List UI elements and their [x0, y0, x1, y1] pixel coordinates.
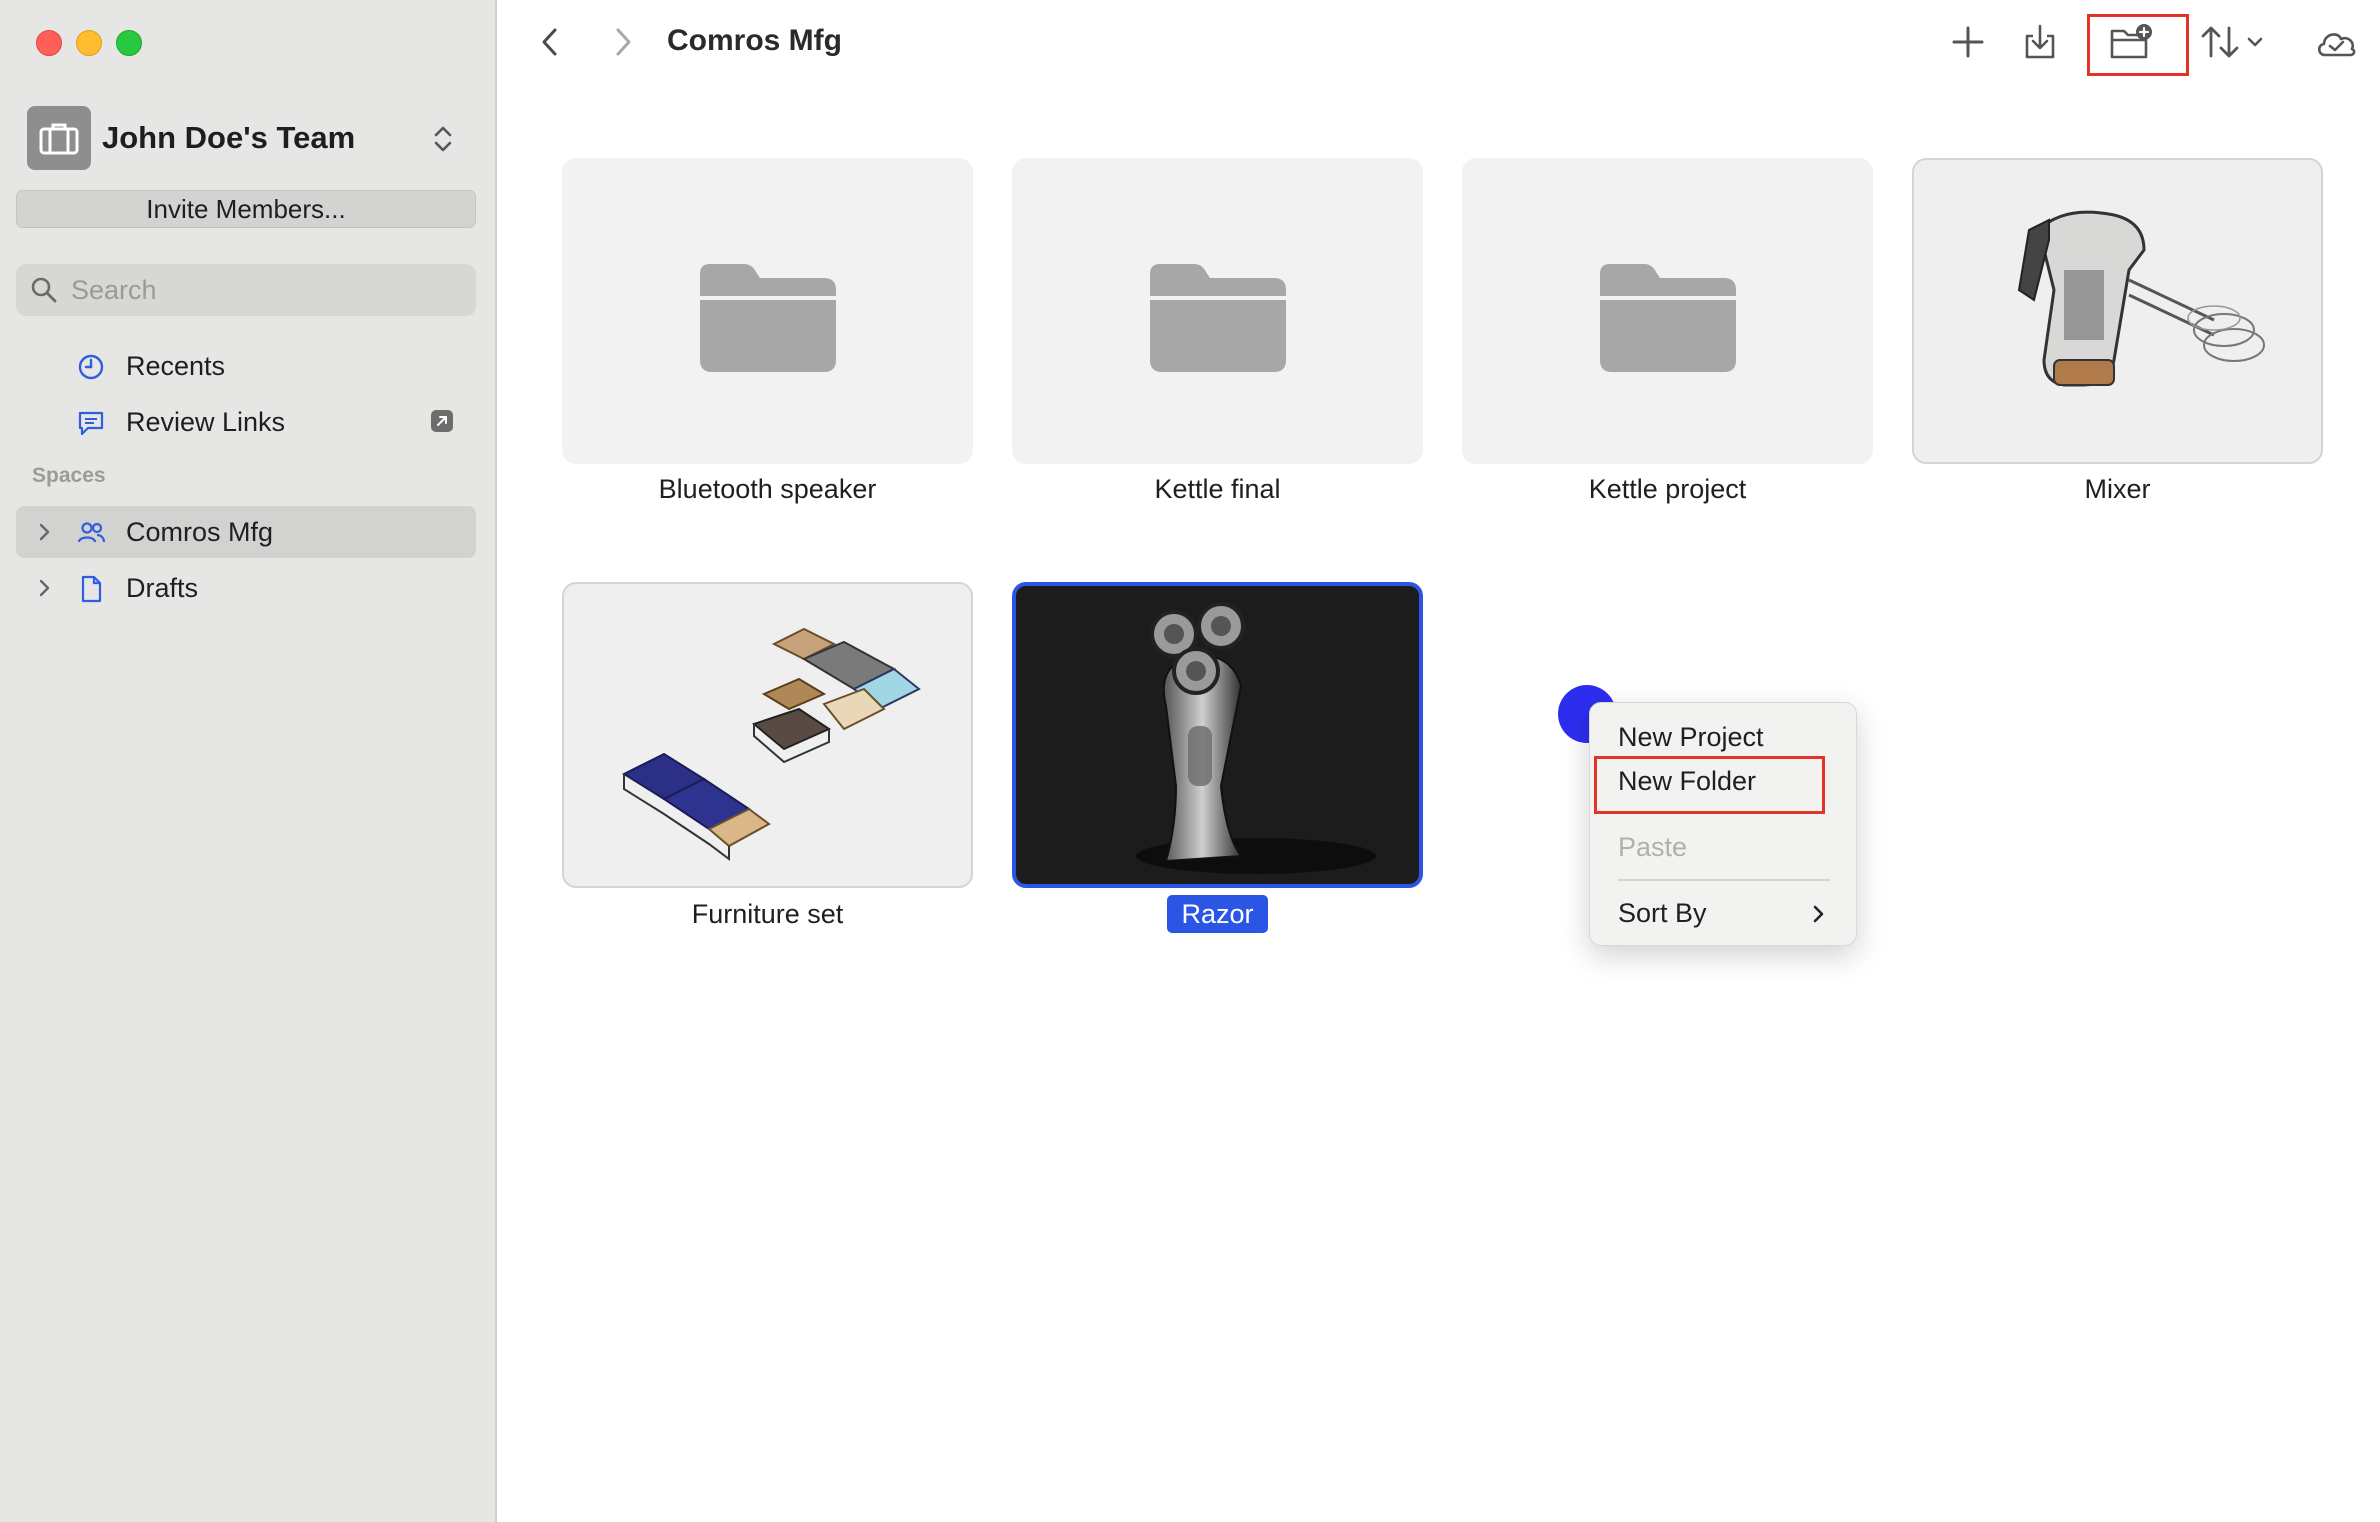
import-icon — [2025, 24, 2055, 59]
razor-thumbnail — [1136, 602, 1376, 874]
folder-icon — [1150, 264, 1286, 372]
external-link-icon[interactable] — [431, 410, 453, 432]
chevron-right-icon[interactable] — [34, 577, 54, 599]
page-title: Comros Mfg — [667, 24, 842, 57]
sort-icon — [2201, 26, 2239, 58]
sidebar-item-drafts[interactable]: Drafts — [16, 562, 476, 614]
search-field[interactable]: Search — [16, 264, 476, 316]
folder-tile[interactable] — [1462, 158, 1873, 464]
sort-button[interactable] — [2196, 18, 2244, 66]
sidebar-item-label: Comros Mfg — [126, 517, 274, 547]
zoom-window-button[interactable] — [116, 30, 142, 56]
people-icon — [77, 522, 106, 543]
new-folder-highlight — [2087, 14, 2189, 76]
team-switcher[interactable]: John Doe's Team — [27, 106, 477, 170]
sidebar-item-recents[interactable]: Recents — [16, 340, 476, 392]
search-icon — [31, 277, 57, 303]
folder-icon — [1600, 264, 1736, 372]
folder-tile[interactable] — [562, 158, 973, 464]
sort-menu-button[interactable] — [2240, 18, 2270, 66]
folder-icon — [700, 264, 836, 372]
model-tile-selected[interactable] — [1012, 582, 1423, 888]
sidebar-item-review-links[interactable]: Review Links — [16, 396, 476, 448]
plus-icon — [1952, 26, 1984, 58]
furniture-thumbnail — [621, 627, 921, 861]
tile-label: Razor — [1012, 895, 1423, 933]
tile-label: Mixer — [2084, 474, 2151, 504]
model-tile[interactable] — [1912, 158, 2323, 464]
tile-label: Kettle project — [1588, 474, 1747, 504]
sidebar-item-comros-mfg[interactable]: Comros Mfg — [16, 506, 476, 558]
briefcase-icon — [27, 106, 91, 170]
forward-icon — [616, 28, 631, 56]
cloud-check-icon — [2317, 33, 2356, 57]
sync-status-button[interactable] — [2312, 18, 2362, 66]
chevron-up-down-icon — [434, 126, 452, 152]
forward-button[interactable] — [598, 18, 646, 66]
back-button[interactable] — [527, 18, 575, 66]
chevron-right-icon[interactable] — [34, 521, 54, 543]
selected-item-label: Razor — [1167, 895, 1268, 933]
spaces-section-label: Spaces — [32, 464, 106, 487]
sidebar-item-label: Drafts — [126, 573, 199, 603]
sidebar: John Doe's Team Invite Members... Search… — [0, 0, 497, 1522]
sidebar-item-label: Recents — [126, 351, 226, 381]
minimize-window-button[interactable] — [76, 30, 102, 56]
import-button[interactable] — [2016, 18, 2064, 66]
team-name: John Doe's Team — [102, 120, 356, 155]
back-icon — [542, 28, 557, 56]
tile-label: Bluetooth speaker — [658, 474, 877, 504]
mixer-thumbnail — [2017, 210, 2265, 387]
model-tile[interactable] — [562, 582, 973, 888]
new-folder-menu-highlight — [1594, 756, 1825, 814]
invite-members-button[interactable]: Invite Members... — [16, 190, 476, 228]
context-menu: New Project New Folder Paste Sort By — [1589, 702, 1857, 946]
menu-item-new-project[interactable]: New Project — [1604, 717, 1844, 757]
add-button[interactable] — [1944, 18, 1992, 66]
document-icon — [81, 575, 102, 603]
tile-label: Furniture set — [691, 899, 844, 929]
menu-item-label: Sort By — [1618, 898, 1707, 928]
menu-item-paste: Paste — [1618, 832, 1688, 862]
sidebar-item-label: Review Links — [126, 407, 286, 437]
tile-label: Kettle final — [1154, 474, 1281, 504]
clock-icon — [78, 354, 104, 380]
search-placeholder: Search — [71, 275, 157, 305]
folder-tile[interactable] — [1012, 158, 1423, 464]
chevron-down-icon — [2247, 37, 2263, 47]
chat-bubble-icon — [78, 411, 104, 436]
menu-item-sort-by[interactable]: Sort By — [1604, 893, 1844, 933]
close-window-button[interactable] — [36, 30, 62, 56]
chevron-right-icon — [1813, 905, 1824, 923]
menu-separator — [1618, 879, 1830, 881]
